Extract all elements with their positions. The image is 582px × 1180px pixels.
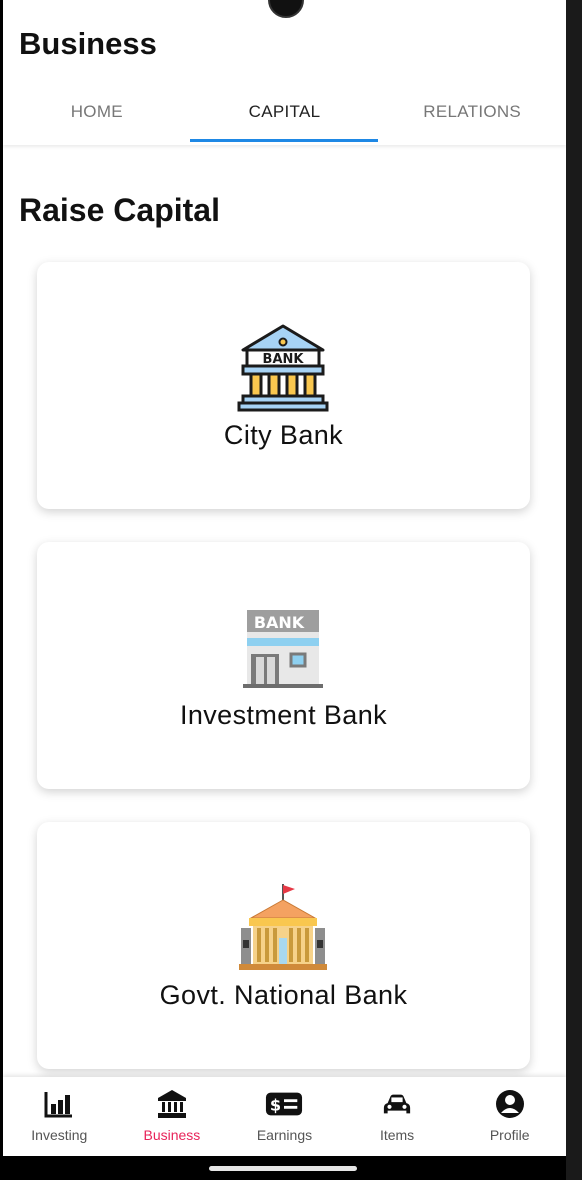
page-title: Business xyxy=(19,26,157,61)
nav-investing[interactable]: Investing xyxy=(3,1077,116,1156)
section-title: Raise Capital xyxy=(19,192,220,228)
tab-bar: HOME CAPITAL RELATIONS xyxy=(3,90,566,144)
bank-sign-text: BANK xyxy=(254,613,305,632)
money-bill-icon: $ xyxy=(266,1092,303,1116)
nav-label: Business xyxy=(143,1127,201,1143)
phone-frame: Business HOME CAPITAL RELATIONS Raise Ca… xyxy=(0,0,582,1180)
svg-text:$: $ xyxy=(270,1096,281,1115)
home-indicator[interactable] xyxy=(209,1166,357,1171)
national-bank-icon xyxy=(239,884,327,970)
nav-business[interactable]: Business xyxy=(116,1077,229,1156)
card-label: Investment Bank xyxy=(179,700,388,730)
investment-bank-icon: BANK xyxy=(243,610,323,688)
user-circle-icon xyxy=(495,1090,524,1118)
car-icon xyxy=(383,1094,411,1114)
tab-relations[interactable]: RELATIONS xyxy=(378,90,566,144)
national-bank-card[interactable]: Govt. National Bank xyxy=(37,822,530,1069)
active-tab-indicator xyxy=(190,139,378,142)
app-bar: Business HOME CAPITAL RELATIONS xyxy=(3,0,566,145)
nav-label: Investing xyxy=(31,1127,88,1143)
city-bank-icon: BANK xyxy=(237,324,329,412)
card-label: City Bank xyxy=(223,420,344,450)
device-edge xyxy=(566,0,582,1180)
tab-capital[interactable]: CAPITAL xyxy=(191,90,379,144)
investment-bank-card[interactable]: BANK Investment Bank xyxy=(37,542,530,789)
nav-label: Items xyxy=(379,1127,415,1143)
card-label: Govt. National Bank xyxy=(159,980,408,1010)
nav-items[interactable]: Items xyxy=(341,1077,454,1156)
nav-earnings[interactable]: $ Earnings xyxy=(228,1077,341,1156)
app-screen: Business HOME CAPITAL RELATIONS Raise Ca… xyxy=(3,0,566,1156)
nav-profile[interactable]: Profile xyxy=(453,1077,566,1156)
nav-label: Profile xyxy=(489,1127,530,1143)
city-bank-card[interactable]: BANK City Bank xyxy=(37,262,530,509)
nav-label: Earnings xyxy=(256,1127,313,1143)
bottom-nav: Investing Business $ Earnings Items Prof… xyxy=(3,1077,566,1156)
bank-building-icon xyxy=(157,1090,186,1118)
tab-home[interactable]: HOME xyxy=(3,90,191,144)
bar-chart-icon xyxy=(44,1092,73,1118)
